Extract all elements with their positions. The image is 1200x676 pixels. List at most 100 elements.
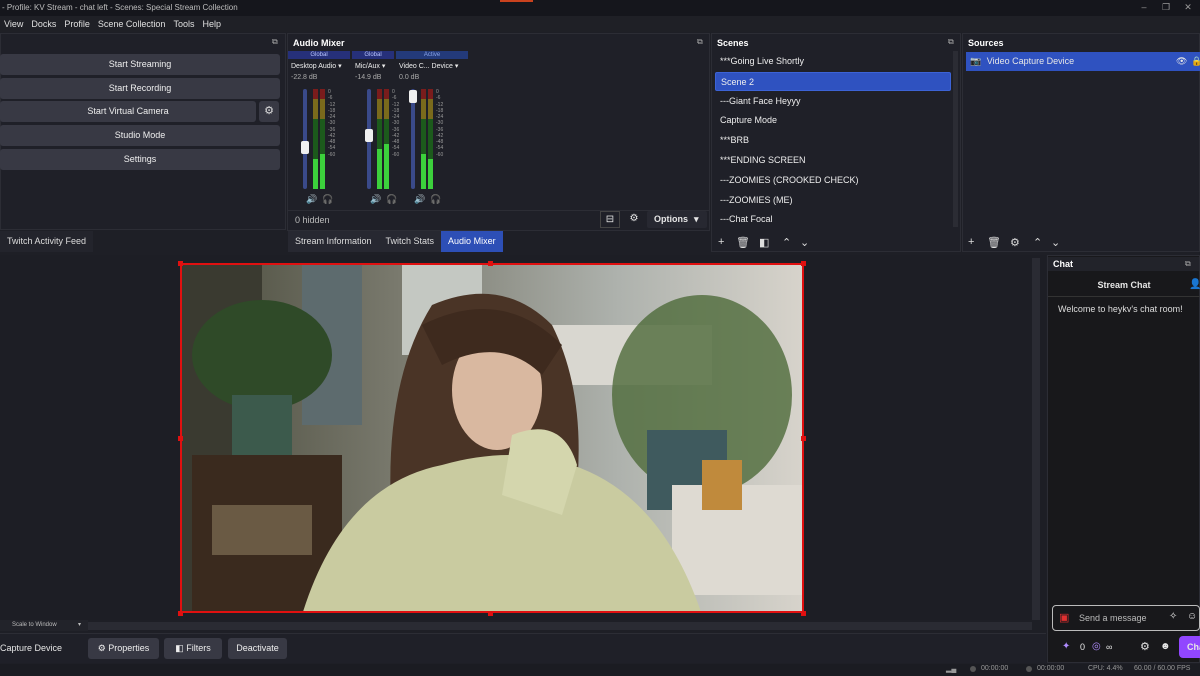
mixer-footer xyxy=(288,210,709,230)
scene-item[interactable]: Capture Mode xyxy=(715,111,951,130)
start-streaming-button[interactable]: Start Streaming xyxy=(0,54,280,75)
tab-twitch-activity-feed[interactable]: Twitch Activity Feed xyxy=(0,231,94,252)
chat-send-button[interactable]: Chat xyxy=(1179,636,1200,658)
cpu-usage: CPU: 4.4% xyxy=(1088,665,1123,672)
tab-stream-information[interactable]: Stream Information xyxy=(288,231,379,252)
resize-handle-tr[interactable] xyxy=(801,261,806,266)
chat-message-input[interactable]: ▣ Send a message ✧ ☺ xyxy=(1052,605,1200,631)
settings-button[interactable]: Settings xyxy=(0,149,280,170)
source-properties-gear-icon[interactable]: ⚙ xyxy=(1010,236,1020,249)
emote-icon[interactable]: ☺ xyxy=(1187,611,1197,622)
chat-settings-gear-icon[interactable]: ⚙ xyxy=(1140,640,1150,653)
hidden-count: 0 hidden xyxy=(295,215,330,225)
source-down-chevron-icon[interactable]: ⌄ xyxy=(1051,236,1060,249)
undock-icon[interactable]: ⧉ xyxy=(272,37,278,47)
restore-icon[interactable]: ❐ xyxy=(1158,0,1174,16)
resize-handle-t[interactable] xyxy=(488,261,493,266)
scale-dropdown[interactable]: Scale to Window ▾ xyxy=(0,620,88,631)
audio-mixer-undock-icon[interactable]: ⧉ xyxy=(697,37,703,47)
speaker-mute-icon[interactable]: 🔊 xyxy=(306,194,317,205)
headphones-monitor-icon[interactable]: 🎧 xyxy=(430,194,441,205)
preview-vscrollbar[interactable] xyxy=(1032,258,1040,620)
stream-chat-header: Stream Chat xyxy=(1048,273,1200,297)
meter-tick: -12 xyxy=(328,101,336,108)
scenes-scrollbar[interactable] xyxy=(953,51,958,227)
mixer-advanced-gear-icon[interactable]: ⚙ xyxy=(624,211,644,228)
speaker-mute-icon[interactable]: 🔊 xyxy=(414,194,425,205)
visibility-eye-icon[interactable]: 👁 xyxy=(1176,52,1187,71)
resize-handle-bl[interactable] xyxy=(178,611,183,616)
prediction-icon[interactable]: ◎ xyxy=(1092,641,1101,652)
resize-handle-b[interactable] xyxy=(488,611,493,616)
scene-item[interactable]: ***ENDING SCREEN xyxy=(715,151,951,170)
tab-twitch-stats[interactable]: Twitch Stats xyxy=(378,231,442,252)
meter-tick: -12 xyxy=(436,101,444,108)
start-recording-button[interactable]: Start Recording xyxy=(0,78,280,99)
resize-handle-r[interactable] xyxy=(801,436,806,441)
move-down-chevron-icon[interactable]: ⌄ xyxy=(800,236,809,249)
scene-item[interactable]: ---ZOOMIES (ME) xyxy=(715,191,951,210)
menu-profile[interactable]: Profile xyxy=(60,16,94,32)
menu-tools[interactable]: Tools xyxy=(169,16,198,32)
remove-scene-trash-icon[interactable]: 🗑 xyxy=(736,236,750,249)
channel-points-icon[interactable]: ✦ xyxy=(1062,641,1070,652)
status-bar: ▂▄ 00:00:00 00:00:00 CPU: 4.4% 60.00 / 6… xyxy=(0,664,1200,676)
options-dropdown[interactable]: Options ▾ xyxy=(647,211,707,228)
meter-tick: -54 xyxy=(436,145,444,152)
menu-scene-collection[interactable]: Scene Collection xyxy=(94,16,170,32)
mixer-layout-icon[interactable]: ⊟ xyxy=(600,211,620,228)
scene-item[interactable]: ---Chat Focal xyxy=(715,210,951,229)
fader-knob[interactable] xyxy=(365,129,373,142)
properties-button[interactable]: ⚙ Properties xyxy=(88,638,159,659)
scene-filters-icon[interactable]: ◧ xyxy=(759,236,769,249)
prediction-infinity: ∞ xyxy=(1106,642,1113,652)
chat-undock-icon[interactable]: ⧉ xyxy=(1185,259,1191,269)
menu-view[interactable]: View xyxy=(0,16,27,32)
remove-source-trash-icon[interactable]: 🗑 xyxy=(987,236,1001,249)
fader-knob[interactable] xyxy=(409,90,417,103)
bits-icon[interactable]: ✧ xyxy=(1169,611,1177,622)
preview-hscrollbar[interactable] xyxy=(88,622,1032,630)
source-up-chevron-icon[interactable]: ⌃ xyxy=(1033,236,1042,249)
resize-handle-tl[interactable] xyxy=(178,261,183,266)
chat-placeholder: Send a message xyxy=(1079,613,1147,623)
resize-handle-l[interactable] xyxy=(178,436,183,441)
chevron-down-icon: ▾ xyxy=(338,63,342,70)
volume-fader[interactable] xyxy=(303,89,307,189)
audio-mixer-dock xyxy=(287,33,710,231)
channel-name[interactable]: Desktop Audio ▾ xyxy=(288,62,350,72)
scenes-undock-icon[interactable]: ⧉ xyxy=(948,37,954,47)
resize-handle-br[interactable] xyxy=(801,611,806,616)
users-icon[interactable]: 👤 xyxy=(1189,279,1200,290)
video-capture-frame[interactable] xyxy=(180,263,804,613)
scene-item[interactable]: Scene 2 xyxy=(715,71,951,91)
menu-docks[interactable]: Docks xyxy=(27,16,60,32)
lock-icon[interactable]: 🔒 xyxy=(1191,52,1200,71)
start-virtual-camera-button[interactable]: Start Virtual Camera xyxy=(0,101,256,122)
source-item-video-capture[interactable]: 📷 Video Capture Device 👁 🔒 xyxy=(966,52,1200,71)
add-source-plus-icon[interactable]: + xyxy=(968,236,974,248)
scene-item[interactable]: ***Going Live Shortly xyxy=(715,52,951,71)
scene-item[interactable]: ***BRB xyxy=(715,131,951,150)
channel-name[interactable]: Video C... Device ▾ xyxy=(396,62,468,72)
fader-knob[interactable] xyxy=(301,141,309,154)
minimize-icon[interactable]: – xyxy=(1136,0,1152,16)
tab-audio-mixer[interactable]: Audio Mixer xyxy=(441,231,503,252)
filters-button[interactable]: ◧ Filters xyxy=(164,638,222,659)
virtual-camera-settings-gear-icon[interactable]: ⚙ xyxy=(259,101,279,122)
volume-fader[interactable] xyxy=(411,89,415,189)
channel-name[interactable]: Mic/Aux ▾ xyxy=(352,62,394,72)
speaker-mute-icon[interactable]: 🔊 xyxy=(370,194,381,205)
scene-item[interactable]: ---ZOOMIES (CROOKED CHECK) xyxy=(715,171,951,190)
add-scene-plus-icon[interactable]: + xyxy=(718,236,724,248)
close-icon[interactable]: ✕ xyxy=(1180,0,1196,16)
deactivate-button[interactable]: Deactivate xyxy=(228,638,287,659)
chat-emoji-icon[interactable]: ☻ xyxy=(1160,641,1171,652)
scene-item[interactable]: ---Giant Face Heyyy xyxy=(715,92,951,111)
meter-tick: -36 xyxy=(436,126,444,133)
menu-help[interactable]: Help xyxy=(198,16,225,32)
headphones-monitor-icon[interactable]: 🎧 xyxy=(322,194,333,205)
move-up-chevron-icon[interactable]: ⌃ xyxy=(782,236,791,249)
studio-mode-button[interactable]: Studio Mode xyxy=(0,125,280,146)
chevron-down-icon: ▾ xyxy=(454,63,459,70)
